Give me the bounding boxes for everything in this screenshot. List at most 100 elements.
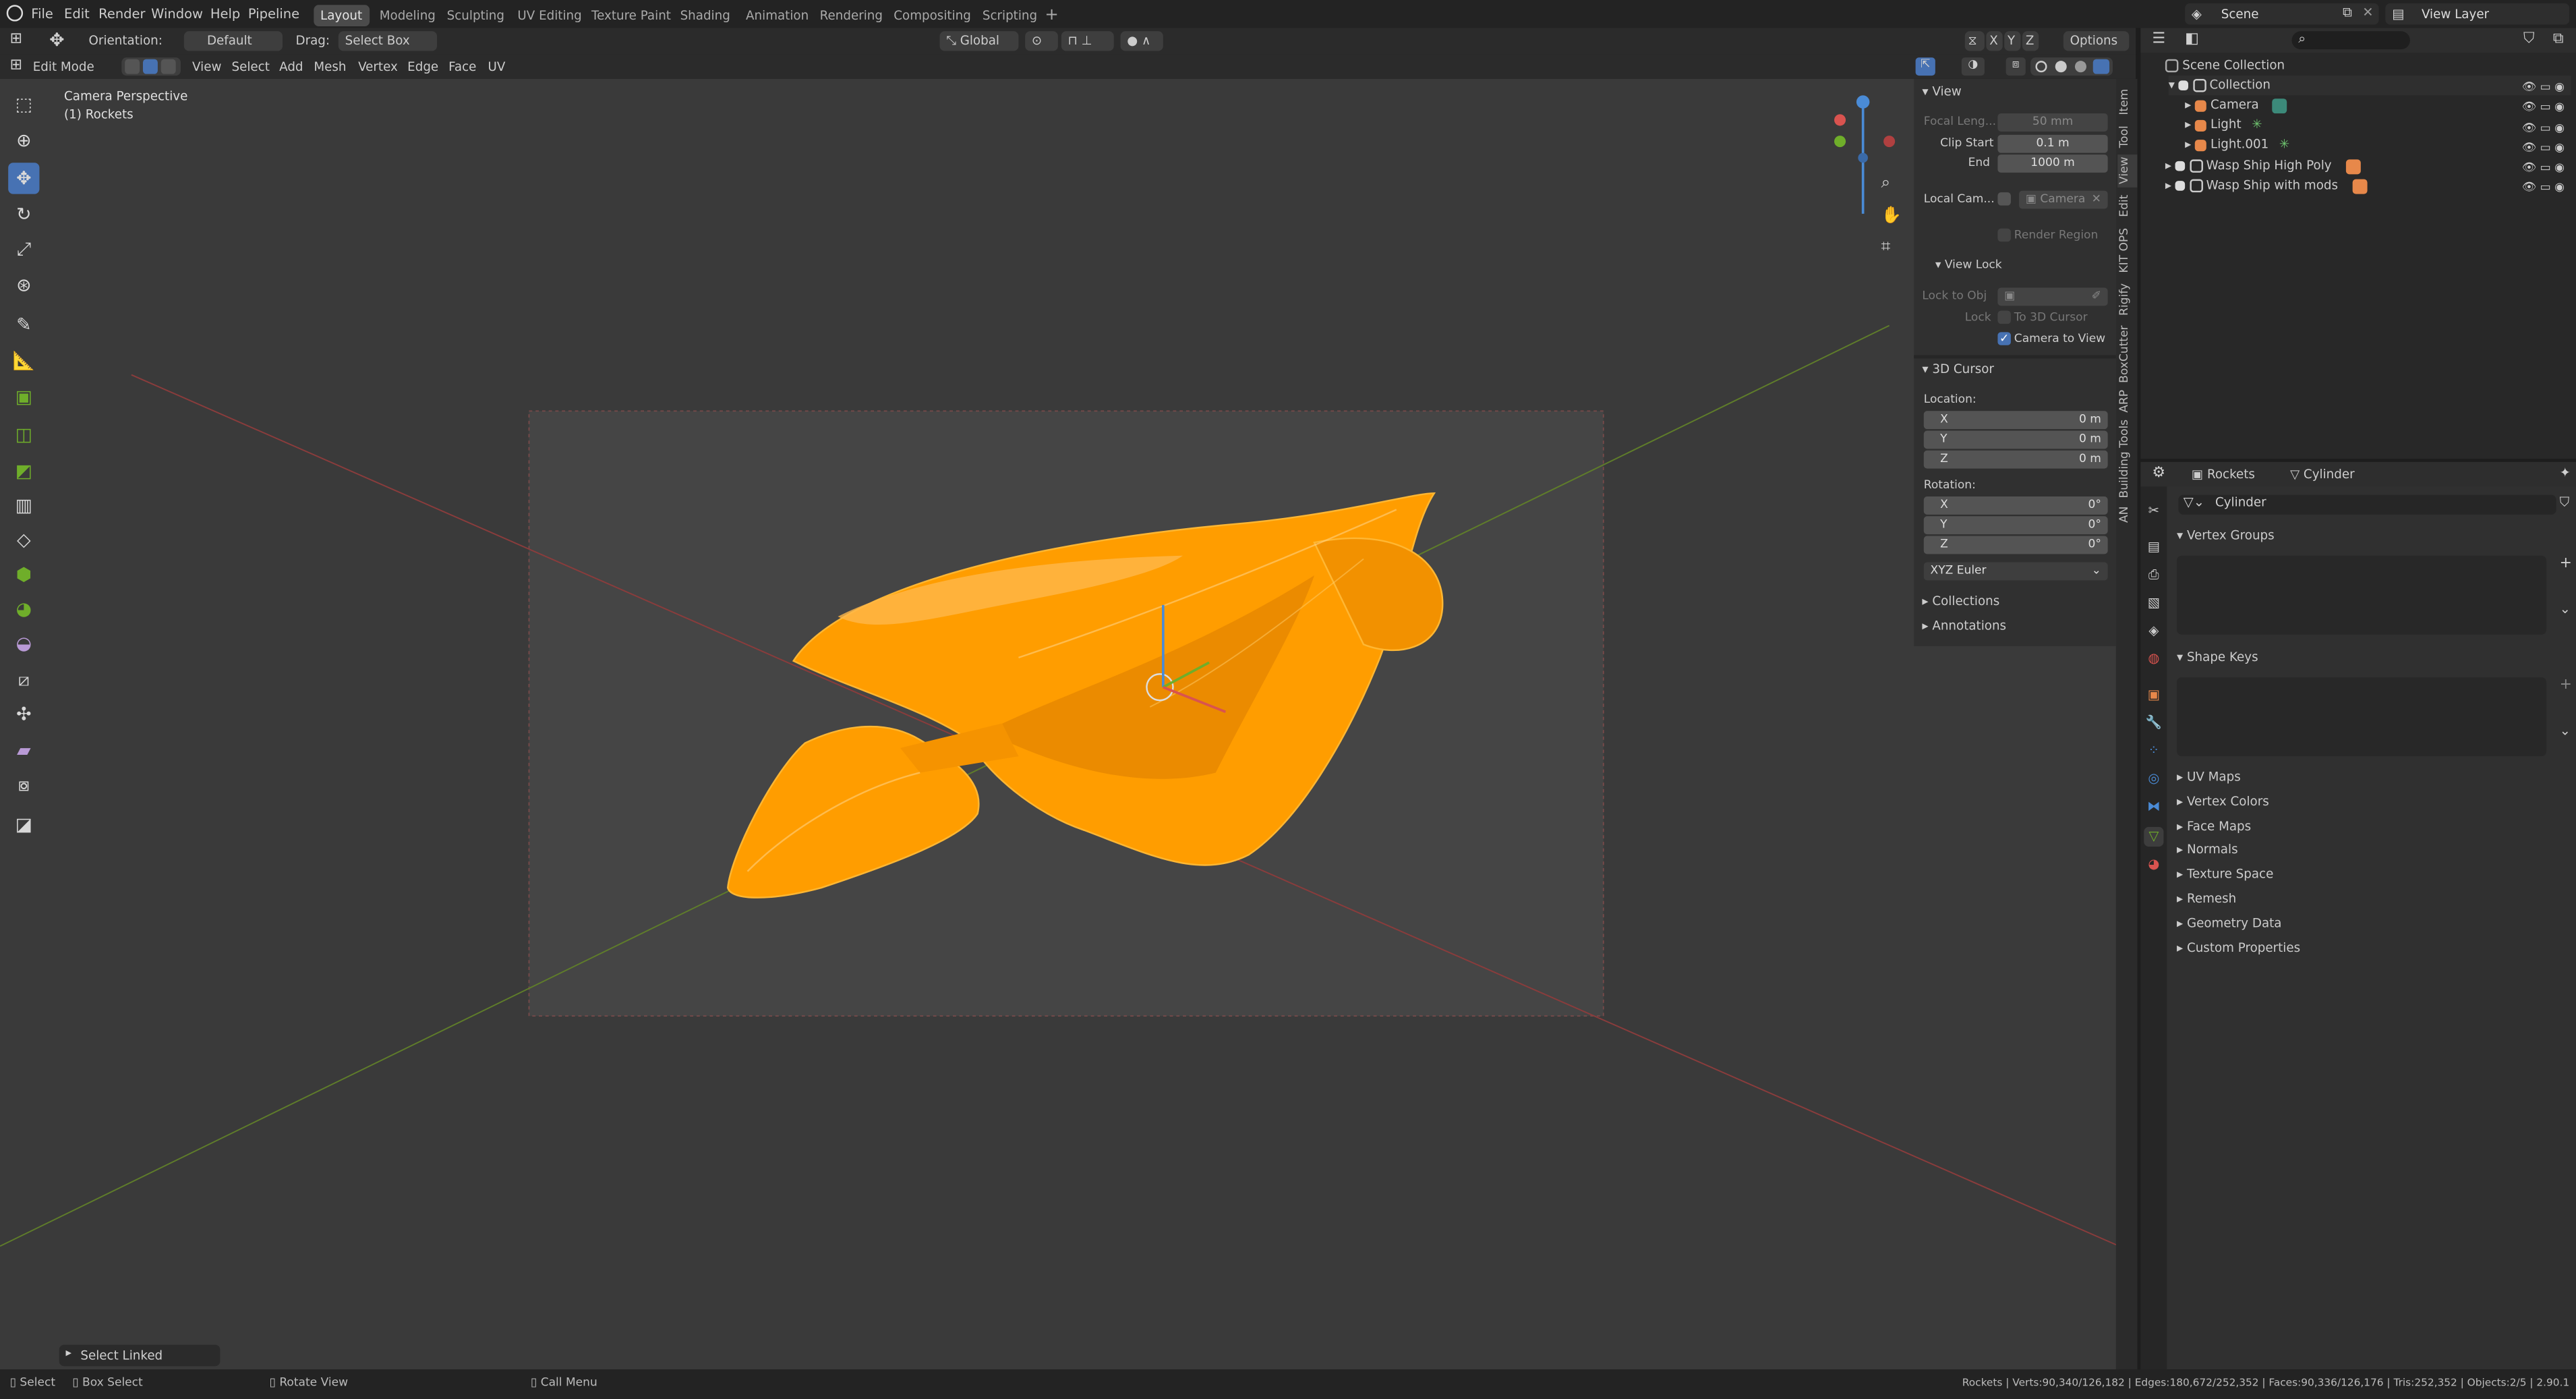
eye-icon[interactable]: 👁 ▭ ◉ — [2522, 98, 2571, 118]
vp-menu-add[interactable]: Add — [279, 59, 303, 74]
vertex-colors-header[interactable]: ▸ Vertex Colors — [2177, 794, 2269, 809]
vp-menu-face[interactable]: Face — [448, 59, 476, 74]
gizmo-toggle[interactable]: ⇱ — [1915, 57, 1935, 76]
outliner-item-light[interactable]: ▸ Light ✳ — [2185, 115, 2262, 135]
last-operator-panel[interactable]: ▸ Select Linked — [59, 1344, 221, 1367]
focal-length-field[interactable]: 50 mm — [1997, 113, 2108, 132]
3d-cursor-header[interactable]: ▾ 3D Cursor — [1922, 362, 1994, 376]
tab-scripting[interactable]: Scripting — [976, 5, 1044, 26]
geometry-data-header[interactable]: ▸ Geometry Data — [2177, 916, 2282, 931]
vertex-select-icon[interactable] — [125, 59, 140, 74]
eye-icon[interactable]: 👁 ▭ ◉ — [2522, 158, 2571, 178]
measure-tool[interactable]: 📐 — [8, 345, 39, 376]
render-region-checkbox[interactable] — [1997, 228, 2011, 242]
xray-toggle[interactable]: ⧈ — [2006, 57, 2026, 76]
eyedropper-icon[interactable]: ✐ — [2092, 288, 2101, 306]
particles-props-icon[interactable]: ⁘ — [2144, 741, 2163, 761]
face-maps-header[interactable]: ▸ Face Maps — [2177, 819, 2251, 834]
rotation-mode-dropdown[interactable]: XYZ Euler ⌄ — [1923, 562, 2108, 581]
spin-tool[interactable]: ◕ — [8, 594, 39, 625]
vp-menu-select[interactable]: Select — [232, 59, 270, 74]
outliner-item-wasp-high-poly[interactable]: ▸ Wasp Ship High Poly — [2165, 156, 2360, 176]
npanel-tab-rigify[interactable]: Rigify — [2117, 279, 2137, 318]
npanel-tab-an[interactable]: AN — [2117, 503, 2137, 526]
menu-pipeline[interactable]: Pipeline — [243, 3, 305, 26]
blender-logo-icon[interactable] — [6, 5, 24, 22]
tab-layout[interactable]: Layout — [314, 5, 369, 26]
clear-icon[interactable]: ✕ — [2092, 191, 2101, 209]
menu-edit[interactable]: Edit — [59, 3, 94, 26]
vp-menu-edge[interactable]: Edge — [407, 59, 438, 74]
npanel-tab-kitops[interactable]: KIT OPS — [2117, 223, 2137, 276]
new-collection-icon[interactable]: ⧉ — [2553, 31, 2564, 47]
rotate-tool[interactable]: ↻ — [8, 199, 39, 230]
uv-maps-header[interactable]: ▸ UV Maps — [2177, 770, 2241, 784]
object-props-icon[interactable]: ▣ — [2144, 685, 2163, 705]
custom-properties-header[interactable]: ▸ Custom Properties — [2177, 940, 2300, 955]
view-layer-selector[interactable]: ▤ View Layer — [2385, 3, 2570, 25]
tab-rendering[interactable]: Rendering — [813, 5, 889, 26]
output-props-icon[interactable]: ⎙ — [2144, 565, 2163, 585]
viewport-editor-icon[interactable]: ⊞ — [10, 57, 22, 74]
mesh-data-props-icon[interactable]: ▽ — [2144, 826, 2164, 847]
menu-window[interactable]: Window — [146, 3, 208, 26]
snap-toggle[interactable]: ⊓ ⊥ — [1061, 31, 1114, 51]
mode-dropdown[interactable]: Edit Mode — [26, 57, 115, 77]
pan-hand-icon[interactable]: ✋ — [1881, 207, 1901, 225]
npanel-tab-item[interactable]: Item — [2117, 86, 2137, 119]
outliner-item-wasp-mods[interactable]: ▸ Wasp Ship with mods — [2165, 176, 2367, 196]
eye-icon[interactable]: 👁 ▭ ◉ — [2522, 78, 2571, 98]
local-camera-checkbox[interactable] — [1997, 192, 2011, 206]
vertex-groups-list[interactable] — [2176, 555, 2547, 635]
close-icon[interactable]: ✕ — [2362, 5, 2373, 20]
vertex-groups-menu-icon[interactable]: ⌄ — [2560, 602, 2571, 617]
pivot-dropdown[interactable]: ⊙ — [1025, 31, 1058, 51]
tab-animation[interactable]: Animation — [739, 5, 815, 26]
transform-orientation-dropdown[interactable]: ⤡ Global — [939, 31, 1019, 51]
fake-user-icon[interactable]: ⛉ — [2560, 495, 2570, 511]
material-shading-icon[interactable] — [2074, 61, 2086, 73]
cursor-rot-z-field[interactable]: Z 0° — [1923, 536, 2108, 554]
npanel-tab-view[interactable]: View — [2117, 154, 2138, 188]
shape-keys-list[interactable] — [2176, 677, 2547, 757]
scale-tool[interactable]: ⤢ — [8, 233, 39, 264]
annotations-panel-header[interactable]: ▸ Annotations — [1922, 618, 2006, 633]
cursor-rot-x-field[interactable]: X 0° — [1923, 496, 2108, 515]
texture-space-header[interactable]: ▸ Texture Space — [2177, 866, 2273, 881]
view-panel-header[interactable]: ▾ View — [1922, 84, 1961, 98]
tab-uv-editing[interactable]: UV Editing — [511, 5, 589, 26]
render-props-icon[interactable]: ▤ — [2144, 538, 2163, 557]
overlay-toggle[interactable]: ◑ — [1961, 57, 1985, 76]
npanel-tab-tool[interactable]: Tool — [2117, 121, 2137, 151]
loop-cut-tool[interactable]: ▥ — [8, 490, 39, 521]
cursor-loc-y-field[interactable]: Y 0 m — [1923, 430, 2108, 449]
edge-select-icon[interactable] — [142, 59, 158, 74]
normals-header[interactable]: ▸ Normals — [2177, 842, 2238, 857]
checkbox-icon[interactable] — [2178, 80, 2189, 91]
outliner-search-input[interactable]: ⌕ — [2291, 31, 2410, 50]
annotate-tool[interactable]: ✎ — [8, 309, 39, 340]
outliner-scene-collection[interactable]: Scene Collection — [2165, 56, 2285, 76]
vp-menu-view[interactable]: View — [192, 59, 221, 74]
zoom-icon[interactable]: ⌕ — [1881, 174, 1890, 192]
menu-file[interactable]: File — [26, 3, 58, 26]
collections-panel-header[interactable]: ▸ Collections — [1922, 594, 1999, 608]
vp-menu-vertex[interactable]: Vertex — [358, 59, 398, 74]
menu-help[interactable]: Help — [206, 3, 245, 26]
npanel-tab-boxcutter[interactable]: BoxCutter — [2117, 322, 2137, 385]
face-select-icon[interactable] — [160, 59, 176, 74]
inset-tool[interactable]: ◫ — [8, 419, 39, 450]
shear-tool[interactable]: ▰ — [8, 735, 39, 766]
drag-dropdown[interactable]: Select Box — [338, 31, 438, 51]
eye-icon[interactable]: 👁 ▭ ◉ — [2522, 178, 2571, 198]
tab-shading[interactable]: Shading — [674, 5, 737, 26]
rip-tool[interactable]: ⧇ — [8, 770, 39, 801]
npanel-tab-edit[interactable]: Edit — [2117, 191, 2137, 221]
shape-keys-menu-icon[interactable]: ⌄ — [2560, 723, 2571, 738]
outliner-item-light-001[interactable]: ▸ Light.001 ✳ — [2185, 135, 2289, 154]
outliner-item-camera[interactable]: ▸ Camera — [2185, 95, 2288, 115]
options-dropdown[interactable]: Options — [2063, 31, 2130, 51]
axis-z-toggle[interactable]: Z — [2022, 31, 2039, 51]
to-3d-cursor-checkbox[interactable] — [1997, 310, 2011, 324]
scene-selector[interactable]: ◈ Scene ⧉ ✕ — [2185, 3, 2379, 25]
